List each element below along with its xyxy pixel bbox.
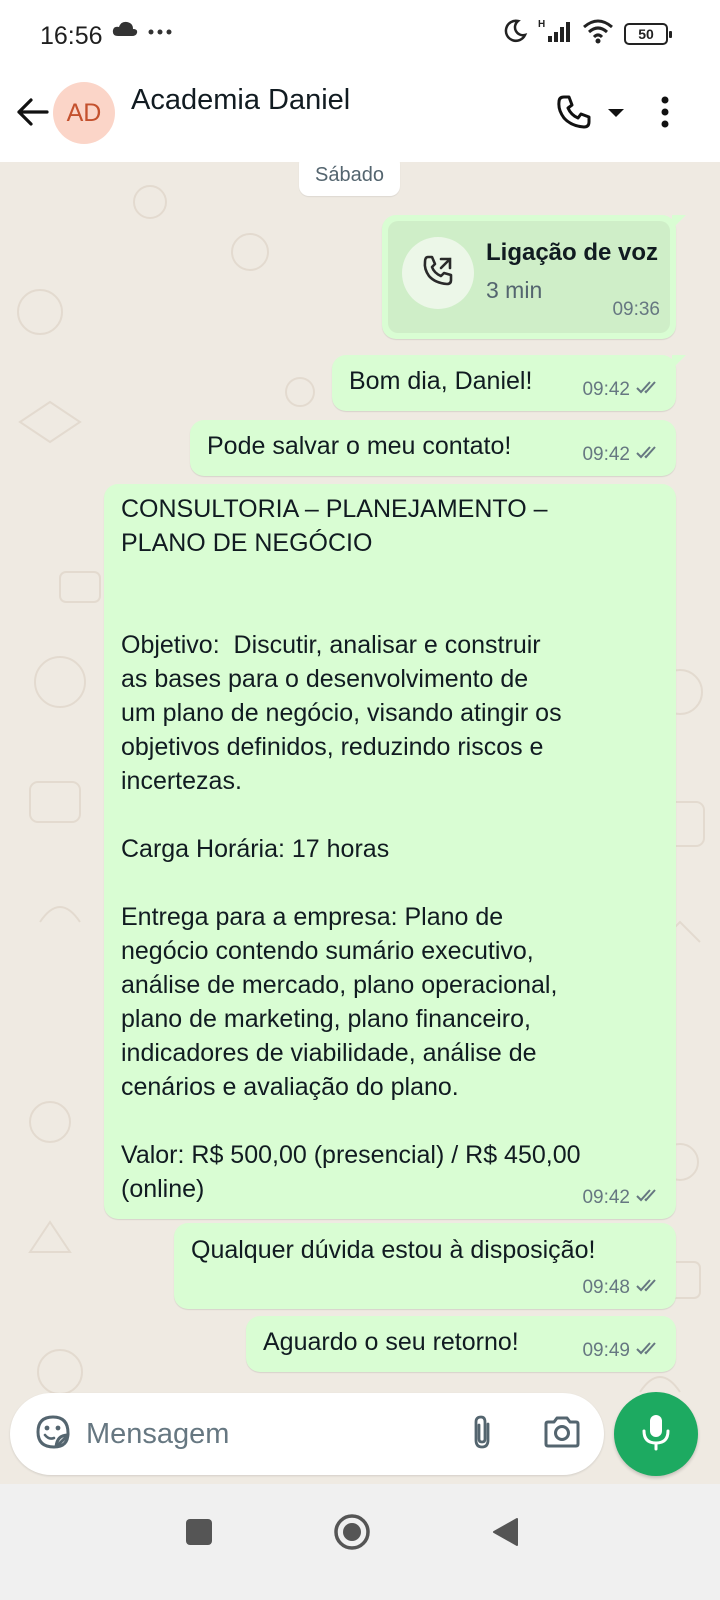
recents-square-icon: [185, 1518, 213, 1551]
message-time: 09:42: [582, 1187, 630, 1208]
message-bubble[interactable]: Pode salvar o meu contato! 09:42: [190, 420, 676, 476]
message-text: Aguardo o seu retorno!: [263, 1328, 519, 1356]
message-meta: 09:42: [582, 444, 662, 466]
attach-button[interactable]: [462, 1413, 502, 1455]
status-time: 16:56: [40, 22, 103, 50]
back-arrow-icon: [15, 97, 49, 132]
back-button[interactable]: [12, 94, 52, 134]
battery-icon: 50: [624, 22, 672, 45]
avatar-initials: AD: [66, 98, 102, 127]
call-options-dropdown[interactable]: [604, 102, 628, 126]
message-text: Bom dia, Daniel!: [349, 367, 533, 395]
message-time: 09:36: [612, 299, 660, 320]
read-ticks-icon: [636, 1277, 662, 1299]
status-left-icons: [112, 20, 172, 43]
message-time: 09:42: [582, 379, 630, 400]
phone-callback-icon: [421, 254, 455, 293]
status-right-icons: H 50: [502, 18, 672, 49]
signal-icon: H: [538, 18, 572, 49]
avatar[interactable]: AD: [53, 82, 115, 144]
message-text: CONSULTORIA – PLANEJAMENTO – PLANO DE NE…: [121, 495, 581, 1203]
voice-call-card[interactable]: Ligação de voz 3 min 09:36: [388, 221, 670, 333]
home-circle-icon: [333, 1513, 371, 1556]
read-ticks-icon: [636, 444, 662, 466]
nav-back-button[interactable]: [475, 1504, 535, 1564]
message-time: 09:49: [582, 1340, 630, 1361]
message-bubble[interactable]: Qualquer dúvida estou à disposição! 09:4…: [174, 1223, 676, 1309]
status-bar: 16:56 H 50: [0, 0, 720, 70]
date-separator: Sábado: [299, 162, 400, 196]
voice-record-button[interactable]: [614, 1392, 698, 1476]
system-nav-bar: [0, 1484, 720, 1600]
message-text: Qualquer dúvida estou à disposição!: [191, 1236, 596, 1264]
wifi-icon: [582, 18, 614, 49]
chat-area[interactable]: Sábado Ligação de voz 3 min 09:36 Bom di…: [0, 162, 720, 1484]
attach-icon: [470, 1414, 494, 1455]
voice-call-title: Ligação de voz: [486, 239, 659, 266]
contact-name[interactable]: Academia Daniel: [131, 84, 350, 117]
camera-icon: [543, 1416, 581, 1453]
voice-call-icon-circle: [402, 237, 474, 309]
message-meta: 09:42: [582, 379, 662, 401]
more-vert-icon: [661, 96, 669, 133]
read-ticks-icon: [636, 1187, 662, 1209]
message-time: 09:42: [582, 444, 630, 465]
message-meta: 09:48: [582, 1277, 662, 1299]
message-bubble[interactable]: CONSULTORIA – PLANEJAMENTO – PLANO DE NE…: [104, 484, 676, 1219]
dropdown-icon: [607, 105, 625, 123]
message-text: Pode salvar o meu contato!: [207, 432, 512, 460]
emoji-sticker-icon: [34, 1413, 72, 1456]
mic-icon: [641, 1413, 671, 1456]
message-meta: 09:49: [582, 1340, 662, 1362]
cloud-icon: [112, 20, 138, 43]
moon-icon: [502, 18, 528, 49]
chat-header: AD Academia Daniel: [0, 70, 720, 162]
overflow-menu-button[interactable]: [650, 92, 680, 136]
read-ticks-icon: [636, 1340, 662, 1362]
emoji-button[interactable]: [32, 1413, 74, 1455]
bubble-tail: [672, 355, 686, 369]
bubble-tail: [672, 215, 686, 229]
home-button[interactable]: [322, 1504, 382, 1564]
message-bubble[interactable]: Bom dia, Daniel! 09:42: [332, 355, 686, 411]
camera-button[interactable]: [540, 1413, 584, 1455]
message-input[interactable]: [86, 1409, 446, 1459]
voice-call-button[interactable]: [552, 92, 596, 136]
phone-icon: [556, 94, 592, 135]
voice-call-message[interactable]: Ligação de voz 3 min 09:36: [382, 215, 686, 339]
message-time: 09:48: [582, 1277, 630, 1298]
svg-text:H: H: [538, 19, 545, 30]
back-triangle-icon: [491, 1517, 519, 1552]
read-ticks-icon: [636, 379, 662, 401]
message-meta: 09:36: [612, 299, 660, 321]
more-dots-icon: [148, 23, 172, 41]
voice-call-duration: 3 min: [486, 277, 543, 303]
battery-level: 50: [638, 25, 654, 42]
recents-button[interactable]: [169, 1504, 229, 1564]
message-meta: 09:42: [582, 1187, 662, 1209]
message-composer: [10, 1393, 604, 1475]
message-bubble[interactable]: Aguardo o seu retorno! 09:49: [246, 1316, 676, 1372]
